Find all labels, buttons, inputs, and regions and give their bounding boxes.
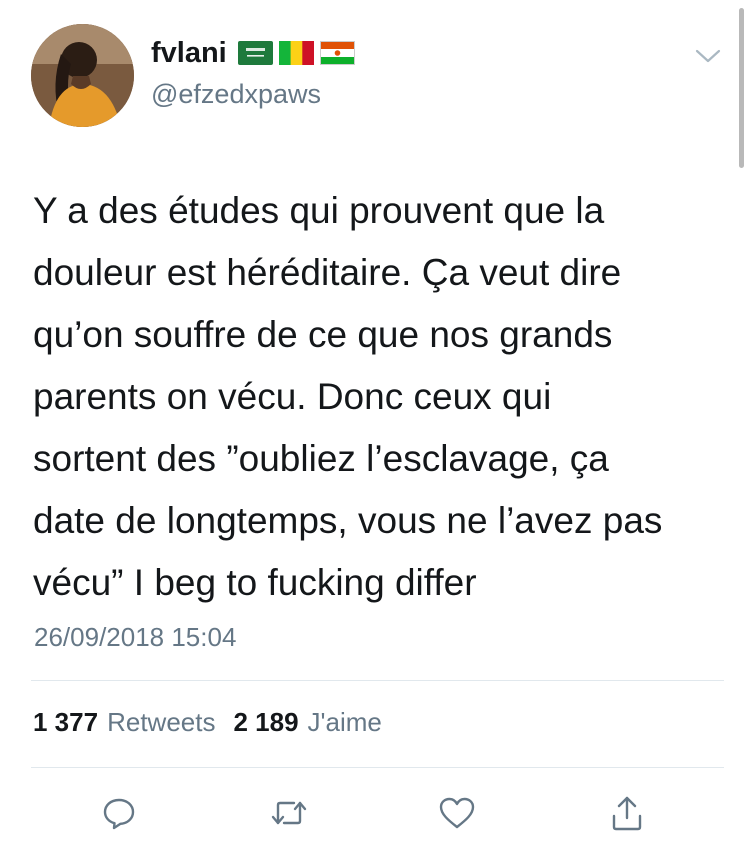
tweet-line: parents on vécu. Donc ceux qui — [33, 376, 552, 417]
likes-label: J'aime — [307, 707, 382, 737]
action-bar — [0, 790, 750, 836]
avatar[interactable] — [31, 24, 134, 127]
divider — [31, 767, 724, 768]
share-button[interactable] — [604, 790, 650, 836]
scrollbar[interactable] — [739, 8, 744, 168]
chevron-down-icon[interactable] — [694, 46, 722, 66]
tweet-line: Y a des études qui prouvent que la — [33, 190, 605, 231]
reply-button[interactable] — [96, 790, 142, 836]
tweet-line: date de longtemps, vous ne l’avez pas — [33, 500, 663, 541]
divider — [31, 680, 724, 681]
niger-flag-icon — [320, 41, 355, 65]
likes-count: 2 189 — [233, 707, 299, 737]
user-handle[interactable]: @efzedxpaws — [151, 78, 321, 110]
retweet-button[interactable] — [266, 790, 312, 836]
tweet-line: sortent des ”oubliez l’esclavage, ça — [33, 438, 609, 479]
mali-flag-icon — [279, 41, 314, 65]
reply-icon — [103, 798, 135, 830]
likes-stat[interactable]: 2 189 J'aime — [233, 705, 381, 739]
retweets-label: Retweets — [107, 707, 216, 737]
heart-icon — [439, 797, 475, 829]
tweet-line: vécu” I beg to fucking differ — [33, 562, 477, 603]
tweet-line: qu’on souffre de ce que nos grands — [33, 314, 613, 355]
tweet-timestamp[interactable]: 26/09/2018 15:04 — [34, 620, 236, 654]
flag-emojis — [238, 41, 355, 65]
engagement-stats: 1 377 Retweets 2 189 J'aime — [33, 705, 382, 739]
retweet-icon — [271, 801, 307, 825]
share-icon — [612, 796, 642, 831]
tweet-line: douleur est héréditaire. Ça veut dire — [33, 252, 622, 293]
retweets-stat[interactable]: 1 377 Retweets — [33, 705, 215, 739]
retweets-count: 1 377 — [33, 707, 99, 737]
saudi-arabia-flag-icon — [238, 41, 273, 65]
display-name[interactable]: fvlani — [151, 36, 227, 70]
tweet-text: Y a des études qui prouvent que la doule… — [33, 180, 723, 614]
like-button[interactable] — [434, 790, 480, 836]
